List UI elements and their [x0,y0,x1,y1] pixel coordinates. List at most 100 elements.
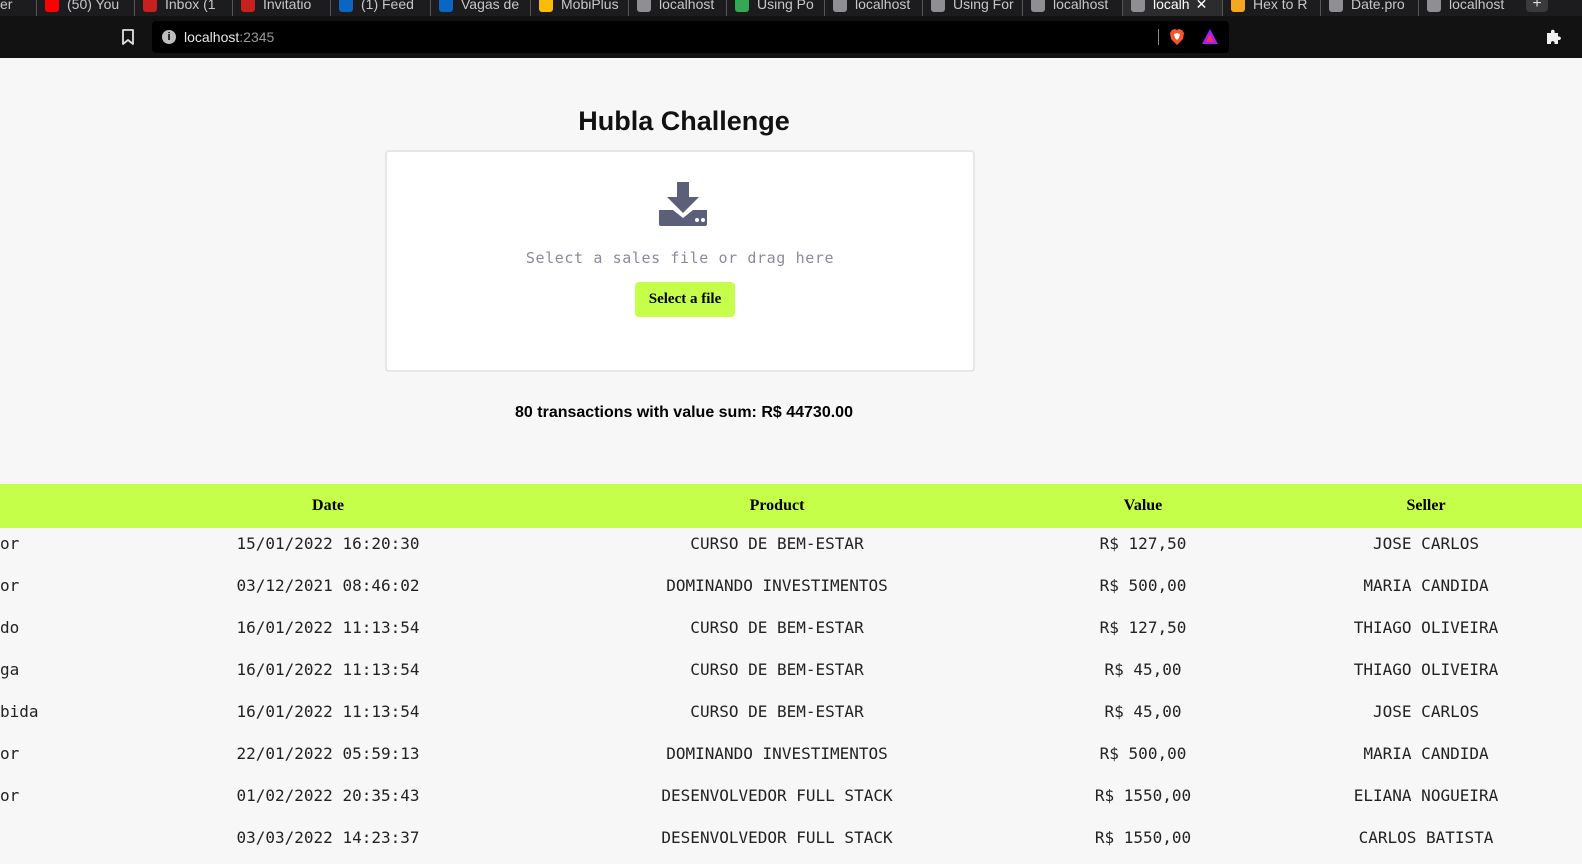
new-tab-button[interactable]: + [1526,0,1548,12]
cell-type: bida [0,702,39,721]
youtube-icon [45,0,59,12]
cell-date: 01/02/2022 20:35:43 [236,786,420,805]
column-header-product: Product [749,497,805,514]
cell-seller: THIAGO OLIVEIRA [1353,618,1499,637]
cell-seller: ELIANA NOGUEIRA [1353,786,1499,805]
cell-date: 15/01/2022 16:20:30 [236,534,420,553]
dropzone-hint: Select a sales file or drag here [525,249,835,267]
cell-value: R$ 1550,00 [1094,786,1192,805]
cell-date: 16/01/2022 11:13:54 [236,660,420,679]
browser-tab[interactable]: localhost [824,0,922,16]
browser-tab[interactable]: Inbox (1 [134,0,232,16]
cell-seller: MARIA CANDIDA [1363,576,1489,595]
cell-seller: THIAGO OLIVEIRA [1353,660,1499,679]
cell-product: CURSO DE BEM-ESTAR [690,534,864,553]
browser-tab-label: localhost [659,0,715,12]
cell-product: CURSO DE BEM-ESTAR [690,702,864,721]
column-header-date: Date [312,497,344,514]
bookmark-icon[interactable] [122,29,134,45]
table-row: bida 16/01/2022 11:13:54 CURSO DE BEM-ESTA… [0,696,1582,738]
browser-tab[interactable]: Invitatio [232,0,330,16]
extensions-puzzle-icon[interactable] [1544,28,1562,46]
browser-tab-label: Using For [953,0,1014,12]
file-dropzone[interactable]: Select a sales file or drag here Select … [385,150,975,372]
site-info-icon[interactable]: i [162,30,176,44]
browser-tab[interactable]: localhost [628,0,726,16]
browser-tab-label: localhost [1053,0,1109,12]
browser-tab[interactable]: localh ✕ [1122,0,1222,16]
brave-rewards-icon[interactable] [1201,28,1219,46]
brave-shields-icon[interactable] [1169,28,1185,46]
browser-tab[interactable]: Date.pro [1320,0,1418,16]
cell-value: R$ 500,00 [1099,744,1187,763]
table-row: or 15/01/2022 16:20:30 CURSO DE BEM-ESTAR R… [0,528,1582,570]
cell-type: do [0,618,20,637]
browser-tab-label: Using Po [757,0,814,12]
gmail-icon [241,0,255,12]
browser-tab-label: MobiPlus [561,0,619,12]
browser-tab[interactable]: Using Po [726,0,824,16]
cell-product: DESENVOLVEDOR FULL STACK [661,828,893,847]
cell-value: R$ 45,00 [1104,702,1182,721]
browser-tab[interactable]: localhost [1418,0,1516,16]
cell-seller: JOSE CARLOS [1373,702,1479,721]
cell-product: CURSO DE BEM-ESTAR [690,618,864,637]
browser-tab-label: Invitatio [263,0,312,12]
browser-tab-strip: er (50) You Inbox (1 Invitatio (1) Feed Vagas… [0,0,1582,16]
url-port: :2345 [239,29,275,45]
table-row: or 22/01/2022 05:59:13 DOMINANDO INVESTIME… [0,738,1582,780]
browser-tab[interactable]: er [0,0,34,16]
browser-tab[interactable]: MobiPlus [530,0,628,16]
browser-tab[interactable]: (50) You [36,0,134,16]
cell-type: ga [0,660,20,679]
cell-value: R$ 127,50 [1099,618,1187,637]
browser-tab-label: (1) Feed [361,0,414,12]
column-header-value: Value [1123,497,1163,514]
cell-date: 03/12/2021 08:46:02 [236,576,420,595]
browser-tab-label: localhost [1449,0,1505,12]
column-header-seller: Seller [1406,497,1446,514]
url-text[interactable]: localhost:2345 [184,29,274,45]
cell-type: or [0,744,20,763]
url-divider [1158,29,1159,45]
table-body: or 15/01/2022 16:20:30 CURSO DE BEM-ESTAR R… [0,528,1582,864]
cell-date: 22/01/2022 05:59:13 [236,744,420,763]
linkedin-icon [439,0,453,12]
browser-tab-label: Inbox (1 [165,0,216,12]
browser-tab[interactable]: Vagas de [430,0,530,16]
browser-tab-label: Date.pro [1351,0,1405,12]
download-icon [659,182,707,226]
cell-seller: CARLOS BATISTA [1358,828,1494,847]
cell-type: or [0,786,20,805]
cell-product: DESENVOLVEDOR FULL STACK [661,786,893,805]
cell-type: or [0,534,20,553]
url-host: localhost [184,29,240,45]
browser-tab[interactable]: localhost [1022,0,1122,16]
globe-icon [1131,0,1145,12]
browser-tab[interactable]: (1) Feed [330,0,430,16]
address-bar[interactable]: i localhost:2345 [152,21,1229,53]
cell-type: or [0,576,20,595]
transactions-summary: 80 transactions with value sum: R$ 44730… [515,404,853,421]
close-tab-icon[interactable]: ✕ [1196,0,1208,11]
cell-seller: JOSE CARLOS [1373,534,1479,553]
browser-tab[interactable]: Using For [922,0,1022,16]
table-row: or 01/02/2022 20:35:43 DESENVOLVEDOR FULL … [0,780,1582,822]
globe-icon [637,0,651,12]
browser-tab[interactable]: Hex to R [1222,0,1320,16]
transactions-table: Date Product Value Seller or 15/01/2022 1… [0,484,1582,864]
page-title: Hubla Challenge [578,106,790,136]
drive-icon [539,0,553,12]
cell-value: R$ 500,00 [1099,576,1187,595]
globe-icon [833,0,847,12]
rgb-icon [1231,0,1245,12]
table-row: 03/03/2022 14:23:37 DESENVOLVEDOR FULL ST… [0,822,1582,864]
table-row: or 03/12/2021 08:46:02 DOMINANDO INVESTIME… [0,570,1582,612]
select-file-button[interactable]: Select a file [635,282,735,317]
table-row: do 16/01/2022 11:13:54 CURSO DE BEM-ESTAR R… [0,612,1582,654]
browser-tab-label: Hex to R [1253,0,1308,12]
chrome-icon [735,0,749,12]
cell-value: R$ 1550,00 [1094,828,1192,847]
cell-product: CURSO DE BEM-ESTAR [690,660,864,679]
medium-icon [931,0,945,12]
